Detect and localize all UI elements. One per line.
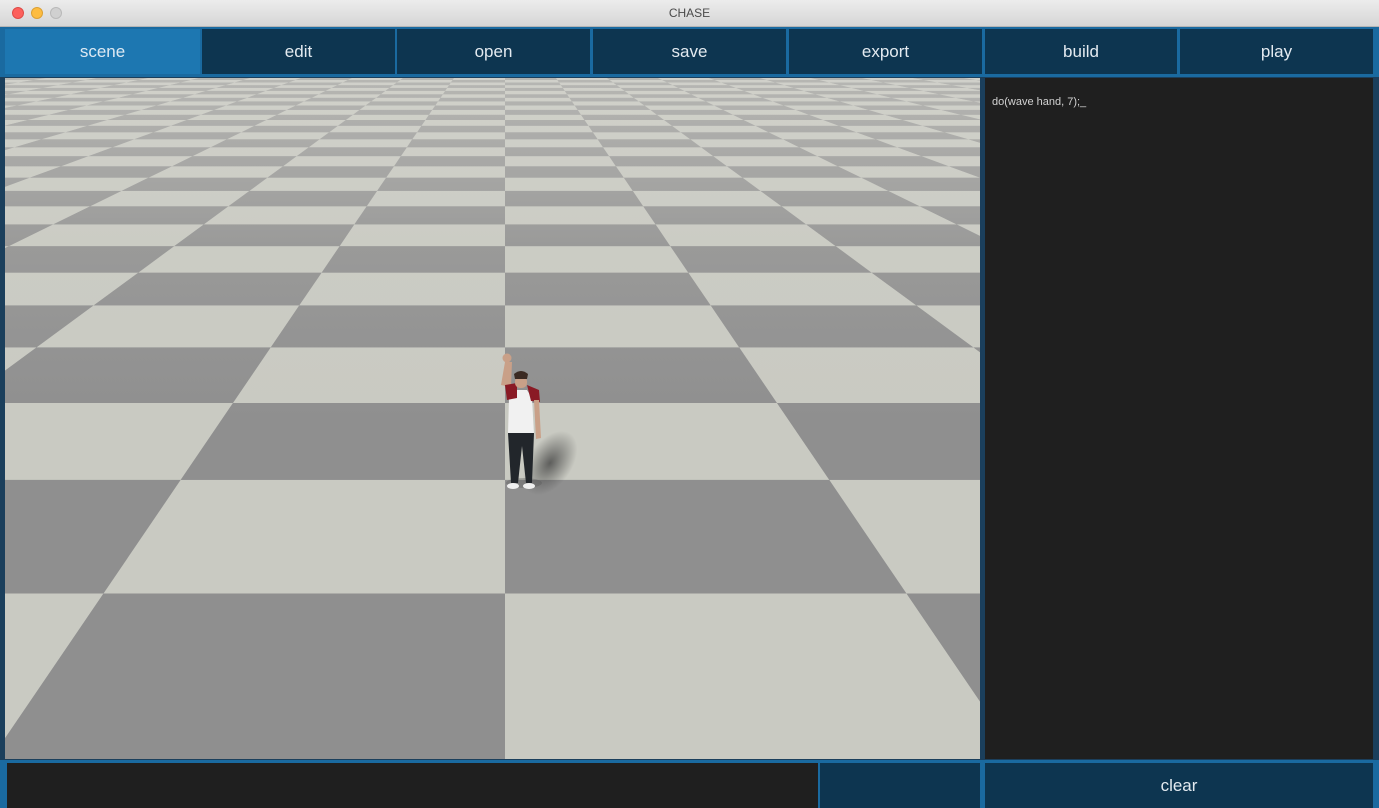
command-input[interactable]: [7, 763, 818, 808]
script-text: do(wave hand, 7);_: [992, 96, 1087, 108]
tab-export[interactable]: export: [789, 29, 982, 74]
window-titlebar: CHASE: [0, 0, 1379, 27]
tab-play[interactable]: play: [1180, 29, 1373, 74]
scene-viewport[interactable]: [5, 78, 980, 759]
bottom-bar: clear: [0, 760, 1379, 808]
tab-edit[interactable]: edit: [202, 29, 395, 74]
clear-button[interactable]: clear: [985, 763, 1373, 808]
window-title: CHASE: [668, 6, 711, 20]
script-editor[interactable]: do(wave hand, 7);_: [985, 78, 1373, 759]
tab-scene[interactable]: scene: [5, 29, 200, 74]
bottom-middle-button[interactable]: [820, 763, 980, 808]
main-toolbar: scene edit open save export build play: [0, 27, 1379, 77]
tab-save[interactable]: save: [593, 29, 786, 74]
tab-open[interactable]: open: [397, 29, 590, 74]
checkerboard-floor: [5, 78, 980, 759]
tab-build[interactable]: build: [985, 29, 1177, 74]
